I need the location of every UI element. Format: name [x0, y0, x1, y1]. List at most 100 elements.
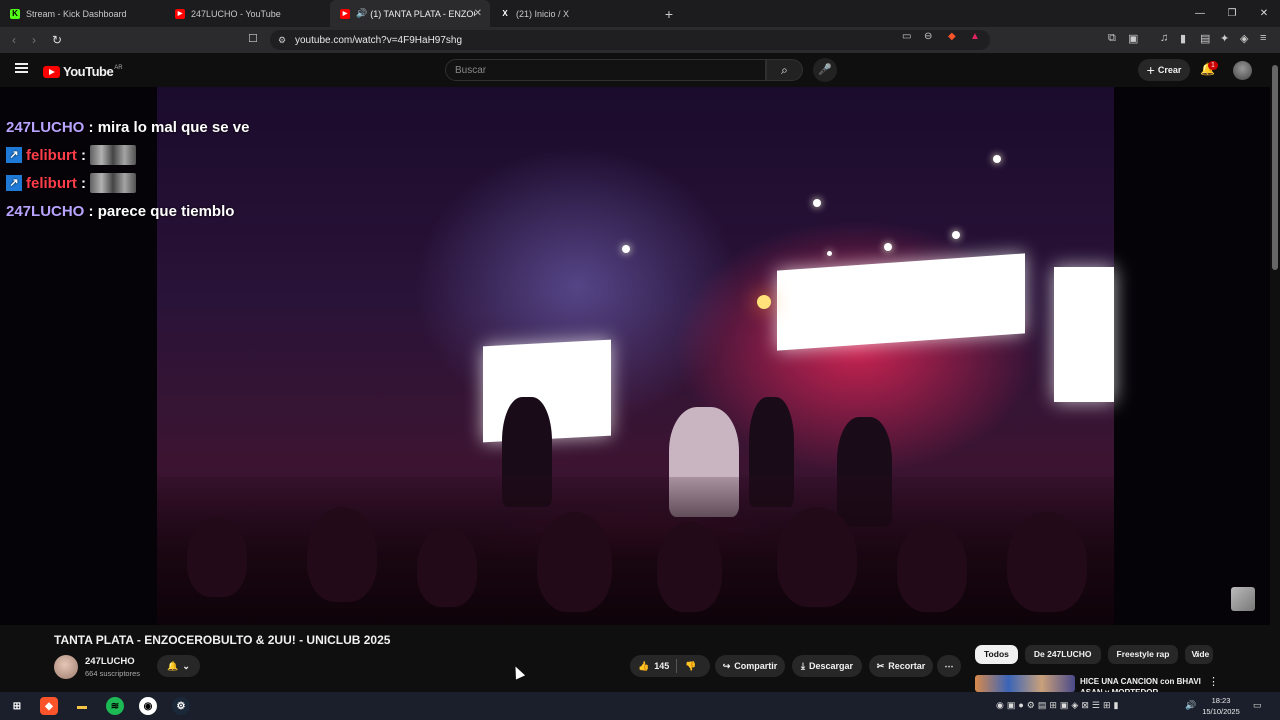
extensions-icon[interactable]: ⧉ [1108, 32, 1116, 45]
hamburger-menu-icon[interactable] [15, 63, 28, 73]
cast-icon[interactable]: ▭ [902, 31, 911, 42]
chat-text: parece que tiemblo [97, 202, 235, 220]
more-vertical-icon[interactable]: ⋮ [1208, 675, 1219, 688]
forward-icon[interactable]: › [24, 33, 44, 47]
vpn-icon[interactable]: ◈ [1240, 32, 1248, 45]
leo-ai-icon[interactable]: ✦ [1220, 32, 1229, 45]
volume-icon[interactable]: 🔊 [1185, 700, 1196, 711]
minimize-icon[interactable]: — [1184, 0, 1216, 27]
tray-icons[interactable]: ◉▣●⚙▤⊞▣◈⊠☰⊞▮ [996, 700, 1121, 711]
search-button[interactable]: ⌕ [766, 59, 803, 81]
windows-start-icon[interactable]: ⊞ [8, 697, 26, 715]
download-button[interactable]: ⤓ Descargar [792, 655, 862, 677]
chip-all[interactable]: Todos [975, 645, 1018, 664]
brave-shield-icon[interactable]: ◆ [948, 31, 956, 42]
youtube-wordmark: YouTube [63, 64, 114, 79]
steam-icon[interactable]: ⚙ [172, 697, 190, 715]
chip-freestyle-rap[interactable]: Freestyle rap [1107, 645, 1179, 664]
page-scrollbar[interactable] [1270, 53, 1280, 692]
sidebar-icon[interactable]: ▮ [1180, 32, 1186, 45]
reload-icon[interactable]: ↻ [47, 33, 67, 47]
chat-message: 247LUCHO : parece que tiemblo [6, 197, 286, 225]
search-input[interactable]: Buscar [445, 59, 766, 81]
recommended-video-thumbnail[interactable] [975, 675, 1075, 692]
browser-tab-strip: K Stream - Kick Dashboard ▶ 247LUCHO - Y… [0, 0, 1280, 27]
site-info-icon[interactable]: ⚙ [278, 35, 286, 46]
channel-name[interactable]: 247LUCHO [85, 656, 135, 667]
chevron-right-icon[interactable]: › [1195, 647, 1199, 661]
subscriber-count: 664 suscriptores [85, 669, 141, 678]
video-title: TANTA PLATA - ENZOCEROBULTO & 2UU! - UNI… [54, 633, 391, 647]
zoom-icon[interactable]: ⊖ [924, 31, 932, 42]
dislike-button[interactable]: 👎 [685, 661, 696, 672]
user-avatar[interactable] [1233, 61, 1252, 80]
chat-username: feliburt [26, 146, 77, 164]
chat-message: ↗ feliburt : [6, 141, 286, 169]
tab-youtube-channel[interactable]: ▶ 247LUCHO - YouTube [165, 0, 330, 27]
stage-led-screen [1054, 267, 1114, 402]
obs-icon[interactable]: ◉ [139, 697, 157, 715]
like-button[interactable]: 👍 145 [638, 661, 669, 672]
bookmark-icon[interactable]: ☐ [248, 32, 258, 45]
bell-icon: 🔔 [167, 660, 179, 671]
stage-light [884, 243, 892, 251]
more-actions-button[interactable]: ⋯ [937, 655, 961, 677]
spotify-icon[interactable]: ≋ [106, 697, 124, 715]
video-player[interactable]: 247LUCHO : mira lo mal que se ve ↗ felib… [0, 87, 1270, 625]
kick-chat-overlay: 247LUCHO : mira lo mal que se ve ↗ felib… [6, 113, 286, 225]
crowd-head [897, 522, 967, 612]
scrollbar-thumb[interactable] [1272, 65, 1278, 270]
stage-light [993, 155, 1001, 163]
file-explorer-icon[interactable]: ▬ [73, 697, 91, 715]
stage-light [622, 245, 630, 253]
screenshot-icon[interactable]: ▣ [1128, 32, 1138, 45]
crowd-silhouettes [157, 477, 1114, 625]
tab-title: (1) TANTA PLATA - ENZOCEROBULTO [370, 8, 475, 19]
youtube-logo[interactable]: YouTube AR [43, 64, 123, 79]
menu-icon[interactable]: ≡ [1260, 32, 1266, 44]
thumbs-down-icon: 👎 [685, 660, 697, 671]
stage-light [952, 231, 960, 239]
back-icon[interactable]: ‹ [4, 33, 24, 47]
chat-emote [90, 173, 137, 193]
stage-light [757, 295, 771, 309]
tab-video-active[interactable]: ▶ 🔊 (1) TANTA PLATA - ENZOCEROBULTO ✕ [330, 0, 490, 27]
brave-rewards-icon[interactable]: ▲ [970, 31, 980, 42]
chat-username: 247LUCHO [6, 202, 85, 220]
share-button[interactable]: ↪ Compartir [715, 655, 785, 677]
wallet-icon[interactable]: ▤ [1200, 32, 1210, 45]
notification-badge: 1 [1208, 61, 1218, 70]
thumbs-up-icon: 👍 [638, 660, 650, 671]
notification-center-icon[interactable]: ▭ [1253, 700, 1262, 711]
download-icon: ⤓ [800, 660, 805, 671]
clock-time: 18:23 [1211, 696, 1231, 705]
speaker-icon[interactable]: 🔊 [356, 8, 367, 19]
clip-button[interactable]: ✂ Recortar [869, 655, 933, 677]
create-button[interactable]: + Crear [1138, 59, 1190, 81]
crowd-head [537, 512, 612, 612]
crowd-head [187, 517, 247, 597]
tab-kick-dashboard[interactable]: K Stream - Kick Dashboard [0, 0, 165, 27]
youtube-icon: ▶ [175, 8, 185, 19]
share-icon: ↪ [722, 660, 731, 671]
channel-watermark[interactable] [1231, 587, 1255, 611]
country-code: AR [114, 64, 123, 71]
channel-avatar[interactable] [54, 655, 78, 679]
chip-videos[interactable]: Vide [1185, 645, 1214, 664]
stage-led-screen [777, 253, 1025, 351]
system-clock[interactable]: 18:23 15/10/2025 [1198, 695, 1244, 717]
media-icon[interactable]: ♫ [1160, 32, 1168, 44]
tab-x-home[interactable]: X (21) Inicio / X [490, 0, 655, 27]
restore-icon[interactable]: ❐ [1216, 0, 1248, 27]
close-tab-icon[interactable]: ✕ [474, 8, 482, 19]
brave-browser-icon[interactable]: ◆ [40, 697, 58, 715]
address-bar-row: ‹ › ↻ ☐ ⚙ youtube.com/watch?v=4F9HaH97sh… [0, 27, 1280, 53]
subscription-bell-button[interactable]: 🔔 ⌄ [157, 655, 200, 677]
new-tab-button[interactable]: + [659, 6, 679, 22]
chip-from-channel[interactable]: De 247LUCHO [1024, 645, 1101, 664]
close-window-icon[interactable]: ✕ [1248, 0, 1280, 27]
voice-search-button[interactable]: 🎤 [813, 58, 837, 82]
video-info-section: TANTA PLATA - ENZOCEROBULTO & 2UU! - UNI… [0, 625, 1270, 697]
chat-text: mira lo mal que se ve [97, 118, 250, 136]
url-field[interactable]: ⚙ youtube.com/watch?v=4F9HaH97shg [270, 30, 990, 50]
